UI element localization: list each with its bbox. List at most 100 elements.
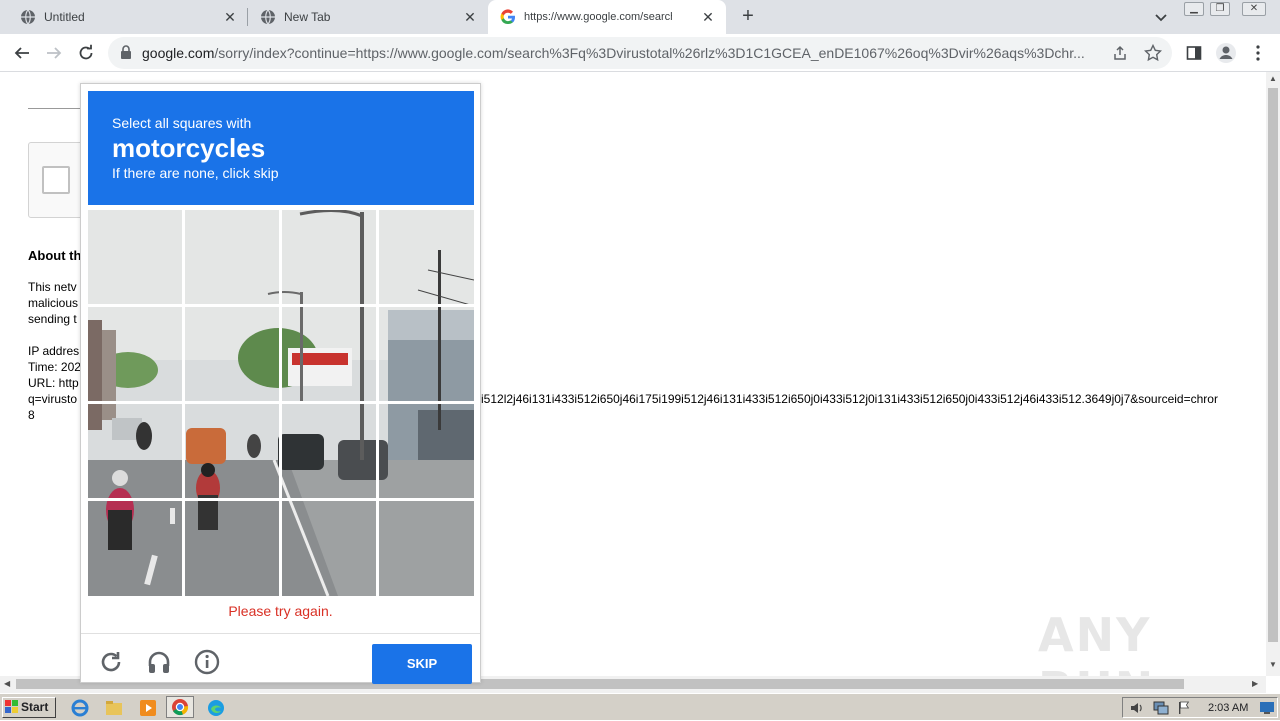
scroll-down-icon[interactable]: ▼ [1269,660,1277,669]
info-icon[interactable] [193,648,221,676]
para-line: This netv [28,280,77,294]
folder-icon[interactable] [104,698,124,718]
start-button[interactable]: Start [2,697,56,718]
captcha-instruction: Select all squares with [112,115,252,131]
captcha-footer: SKIP [81,633,480,684]
anyrun-watermark: ANY RUN [1038,608,1153,676]
tab-title: New Tab [284,10,331,24]
reload-icon [79,44,93,60]
grid-tile[interactable] [88,307,182,401]
ip-label: IP addres [28,344,80,358]
grid-tile[interactable] [282,307,376,401]
grid-tile[interactable] [185,404,279,498]
captcha-target: motorcycles [112,133,266,163]
start-label: Start [21,700,49,714]
para-line: sending t [28,312,77,326]
error-message: Please try again. [228,603,333,619]
trailing-text: 8 [28,408,35,422]
star-icon[interactable] [1143,43,1163,65]
grid-tile[interactable] [185,501,279,595]
system-tray [1122,697,1278,718]
taskbar: Start 2:03 AM [0,693,1280,720]
skip-button[interactable]: SKIP [372,644,472,684]
minimize-button[interactable]: ▁ [1184,2,1204,16]
arrow-left-icon [14,47,29,59]
grid-tile[interactable] [282,404,376,498]
query-tail: i512l2j46i131i433i512i650j46i175i199i512… [481,392,1218,406]
grid-tile[interactable] [185,307,279,401]
captcha-challenge: Select all squares with motorcycles If t… [80,83,481,684]
windows-logo-icon [5,700,19,720]
grid-tile[interactable] [88,210,182,304]
profile-avatar[interactable] [1214,41,1238,65]
person-icon [1216,43,1236,63]
new-tab-button[interactable]: + [738,6,758,26]
scroll-right-icon[interactable]: ▶ [1252,679,1258,688]
query-start: q=virusto [28,392,78,406]
close-icon[interactable]: ✕ [222,9,238,25]
chrome-icon [172,699,189,716]
vertical-scrollbar[interactable]: ▲ ▼ [1266,72,1280,676]
scroll-thumb[interactable] [1268,88,1278,642]
captcha-hint: If there are none, click skip [112,165,279,181]
reload-button[interactable] [74,41,98,65]
grid-tile[interactable] [88,404,182,498]
globe-icon [260,9,276,25]
globe-icon [20,9,36,25]
grid-tile[interactable] [379,404,473,498]
internet-explorer-icon[interactable] [70,698,90,718]
grid-tile[interactable] [379,307,473,401]
back-button[interactable] [10,41,34,65]
grid-tile[interactable] [282,210,376,304]
captcha-image-grid [88,210,474,596]
tab-title: https://www.google.com/search?q= [524,11,672,23]
url-host: google.com [142,45,215,61]
url-label: URL: http [28,376,79,390]
recaptcha-checkbox[interactable] [42,166,70,194]
scroll-left-icon[interactable]: ◀ [4,679,10,688]
chrome-taskbar-button[interactable] [166,696,194,718]
about-heading: About th [28,248,82,263]
url-path: /sorry/index?continue=https://www.google… [214,45,1085,61]
grid-tile[interactable] [379,210,473,304]
forward-button[interactable] [42,41,66,65]
media-player-icon[interactable] [138,698,158,718]
headphones-icon[interactable] [145,648,173,676]
clock: 2:03 AM [1208,702,1249,714]
tab-google-search[interactable]: https://www.google.com/search?q= ✕ [488,0,726,34]
divider [28,108,88,109]
grid-tile[interactable] [88,501,182,595]
close-window-button[interactable]: ✕ [1242,2,1266,16]
close-icon[interactable]: ✕ [700,9,716,25]
arrow-right-icon [47,47,62,59]
show-desktop-icon[interactable] [1259,701,1275,718]
google-icon [500,9,516,25]
time-label: Time: 202 [28,360,81,374]
para-line: malicious [28,296,79,310]
browser-toolbar: google.com/sorry/index?continue=https://… [0,34,1280,72]
address-bar[interactable]: google.com/sorry/index?continue=https://… [108,37,1172,69]
chevron-down-icon[interactable] [1152,8,1170,26]
share-icon[interactable] [1112,45,1128,64]
speaker-icon[interactable] [1129,701,1145,718]
grid-tile[interactable] [379,501,473,595]
tab-new-tab[interactable]: New Tab ✕ [248,0,486,34]
tab-strip: Untitled ✕ New Tab ✕ https://www.google.… [0,0,1280,34]
close-icon[interactable]: ✕ [462,9,478,25]
side-panel-icon[interactable] [1182,41,1206,65]
more-menu-icon[interactable] [1246,41,1270,65]
captcha-header: Select all squares with motorcycles If t… [88,91,474,205]
tab-title: Untitled [44,10,85,24]
grid-tile[interactable] [185,210,279,304]
flag-icon[interactable] [1177,701,1191,718]
url-text: google.com/sorry/index?continue=https://… [142,45,1102,61]
scroll-up-icon[interactable]: ▲ [1269,74,1277,83]
recaptcha-box [28,142,88,218]
tab-untitled[interactable]: Untitled ✕ [0,0,246,34]
restore-button[interactable]: ❐ [1210,2,1230,16]
lock-icon [120,45,132,62]
reload-icon[interactable] [97,648,125,676]
grid-tile[interactable] [282,501,376,595]
edge-icon[interactable] [206,698,226,718]
network-icon[interactable] [1153,701,1169,718]
